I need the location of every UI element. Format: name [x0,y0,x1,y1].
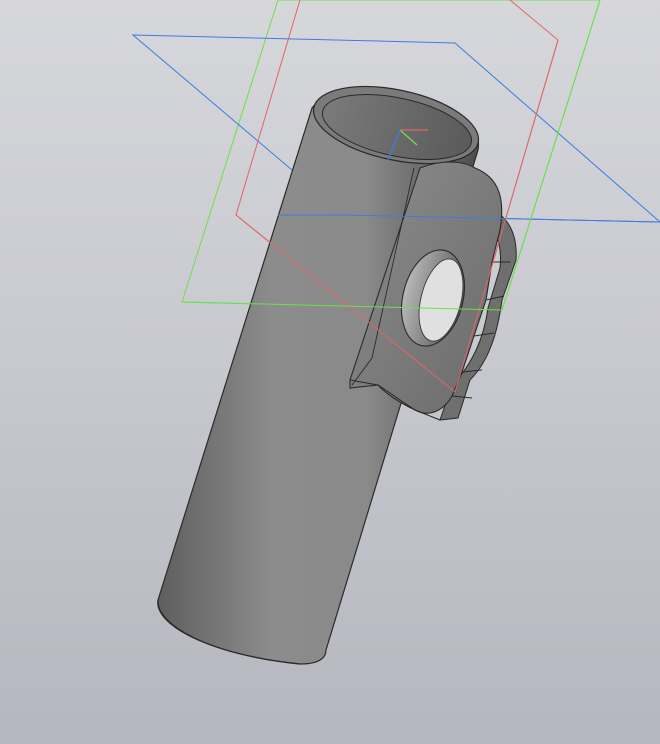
model-scene[interactable] [0,0,660,744]
3d-viewport[interactable] [0,0,660,744]
